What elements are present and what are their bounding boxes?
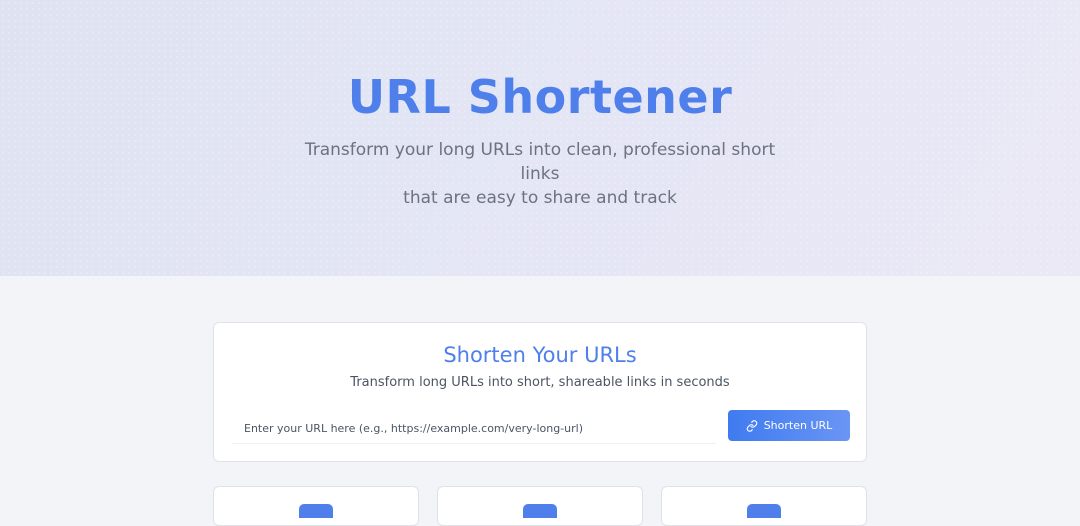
hero-subtitle: Transform your long URLs into clean, pro… [290,138,790,210]
url-input[interactable] [232,414,716,444]
link-icon [746,419,757,432]
feature-icon [747,504,781,518]
hero-section: URL Shortener Transform your long URLs i… [0,0,1080,276]
feature-icon [299,504,333,518]
page-title: URL Shortener [347,70,733,124]
hero-subtitle-line-2: that are easy to share and track [403,188,677,208]
shorten-url-button-label: Shorten URL [763,419,833,432]
shorten-card: Shorten Your URLs Transform long URLs in… [213,322,867,462]
feature-card-1 [213,486,419,526]
feature-card-2 [437,486,643,526]
shorten-card-subtitle: Transform long URLs into short, shareabl… [350,375,730,390]
feature-icon [523,504,557,518]
shorten-url-button[interactable]: Shorten URL [728,410,850,441]
hero-subtitle-line-1: Transform your long URLs into clean, pro… [304,140,776,184]
feature-card-3 [661,486,867,526]
shorten-card-title: Shorten Your URLs [443,343,637,367]
